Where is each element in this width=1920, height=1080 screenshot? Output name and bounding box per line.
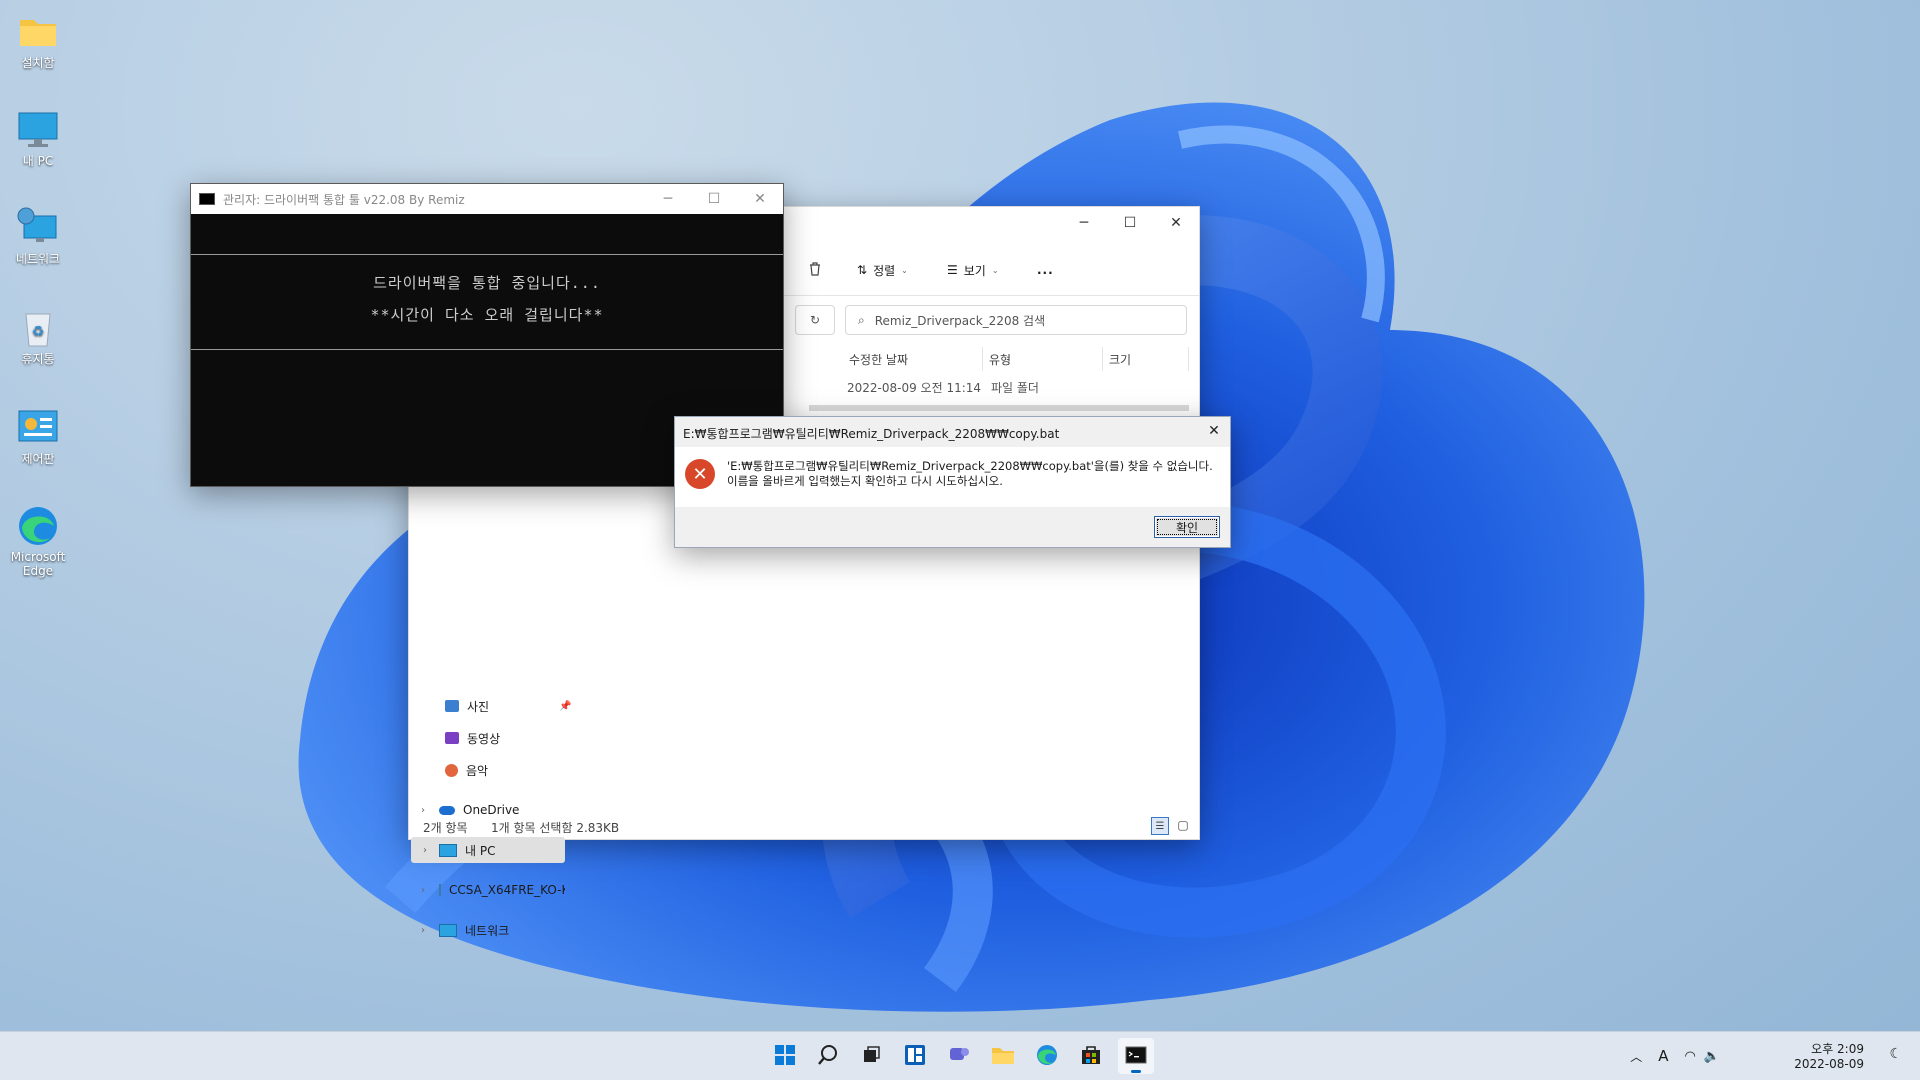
network-icon — [439, 923, 457, 937]
navigation-pane: 사진 📌 동영상 음악 › OneDrive › 내 PC › CCSA_X64… — [409, 477, 571, 938]
close-button[interactable]: ✕ — [1198, 417, 1230, 445]
store-taskbar-button[interactable] — [1073, 1038, 1109, 1074]
dialog-message: 'E:₩통합프로그램₩유틸리티₩Remiz_Driverpack_2208₩₩c… — [727, 459, 1213, 488]
ok-button[interactable]: 확인 — [1154, 516, 1220, 538]
chevron-down-icon: ⌄ — [991, 265, 999, 275]
monitor-icon — [16, 108, 60, 152]
close-button[interactable]: ✕ — [1153, 207, 1199, 239]
pictures-icon — [445, 700, 459, 712]
system-tray: ︿ A ◠ 🔈 — [1630, 1032, 1720, 1080]
edge-icon — [1036, 1044, 1058, 1069]
refresh-icon: ↻ — [809, 313, 821, 327]
column-header-size[interactable]: 크기 — [1103, 347, 1189, 371]
close-button[interactable]: ✕ — [737, 184, 783, 214]
wifi-icon[interactable]: ◠ — [1684, 1049, 1695, 1064]
nav-item-videos[interactable]: 동영상 — [445, 725, 500, 751]
widgets-button[interactable] — [897, 1038, 933, 1074]
search-button[interactable] — [810, 1038, 846, 1074]
drive-icon — [439, 884, 441, 896]
taskbar: ︿ A ◠ 🔈 오후 2:09 2022-08-09 ☾ — [0, 1031, 1920, 1080]
edge-icon — [16, 504, 60, 548]
ime-indicator[interactable]: A — [1658, 1047, 1668, 1065]
view-list-icon: ☰ — [947, 263, 958, 277]
minimize-button[interactable]: ─ — [1061, 207, 1107, 239]
chevron-right-icon: › — [421, 884, 425, 896]
search-input[interactable]: ⌕ Remiz_Driverpack_2208 검색 — [845, 305, 1187, 335]
nav-item-pictures[interactable]: 사진 📌 — [445, 693, 571, 719]
chevron-right-icon: › — [421, 924, 425, 936]
monitor-icon — [439, 843, 457, 857]
folder-icon — [16, 10, 60, 54]
error-icon: ✕ — [685, 459, 715, 489]
cmd-taskbar-button[interactable] — [1118, 1038, 1154, 1074]
view-button[interactable]: ☰ 보기 ⌄ — [947, 257, 999, 283]
start-button[interactable] — [767, 1038, 803, 1074]
trash-icon — [807, 261, 823, 280]
svg-text:♻: ♻ — [32, 324, 45, 340]
chevron-right-icon: › — [423, 844, 427, 856]
windows-logo-icon — [774, 1044, 796, 1069]
task-view-button[interactable] — [853, 1038, 889, 1074]
row-modified: 2022-08-09 오전 11:14 — [847, 381, 982, 395]
nav-item-my-pc[interactable]: › 내 PC — [411, 837, 565, 863]
column-header-type[interactable]: 유형 — [983, 347, 1103, 371]
network-icon — [16, 206, 60, 250]
desktop-icon-control-panel[interactable]: 제어판 — [0, 406, 76, 466]
error-dialog: E:₩통합프로그램₩유틸리티₩Remiz_Driverpack_2208₩₩co… — [674, 416, 1231, 548]
row-type: 파일 폴더 — [991, 381, 1039, 395]
cmd-progress-text: 드라이버팩을 통합 중입니다... — [373, 274, 601, 292]
details-view-icon[interactable]: ☰ — [1151, 817, 1169, 835]
selected-row[interactable] — [809, 405, 1189, 411]
chevron-up-icon[interactable]: ︿ — [1630, 1048, 1642, 1065]
recycle-bin-icon: ♻ — [16, 306, 60, 350]
cmd-warning-text: **시간이 다소 오래 걸립니다** — [370, 306, 604, 324]
cmd-divider-bottom — [191, 349, 783, 350]
sort-button[interactable]: ⇅ 정렬 ⌄ — [857, 257, 908, 283]
cmd-title-bar[interactable]: 관리자: 드라이버팩 통합 툴 v22.08 By Remiz ─ ☐ ✕ — [191, 184, 783, 214]
store-icon — [1080, 1044, 1102, 1069]
control-panel-icon — [16, 406, 60, 450]
nav-item-music[interactable]: 음악 — [445, 757, 488, 783]
status-item-count: 2개 항목 — [423, 821, 468, 835]
desktop-icon-install[interactable]: 설치함 — [0, 10, 76, 70]
maximize-button[interactable]: ☐ — [691, 184, 737, 214]
music-icon — [445, 763, 458, 777]
dialog-body: ✕ 'E:₩통합프로그램₩유틸리티₩Remiz_Driverpack_2208₩… — [675, 447, 1230, 507]
taskbar-clock[interactable]: 오후 2:09 2022-08-09 — [1794, 1042, 1864, 1072]
desktop-icon-edge[interactable]: Microsoft Edge — [0, 504, 76, 578]
chevron-down-icon: ⌄ — [901, 265, 908, 275]
large-icons-view-icon[interactable]: ▢ — [1175, 817, 1191, 833]
task-view-icon — [860, 1044, 882, 1069]
delete-button[interactable] — [807, 257, 823, 283]
status-bar: 2개 항목 1개 항목 선택함 2.83KB ☰ ▢ — [409, 813, 1199, 839]
cmd-divider-top — [191, 254, 783, 255]
more-options-button[interactable]: ... — [1037, 257, 1054, 283]
search-icon: ⌕ — [858, 312, 865, 327]
chat-icon — [948, 1044, 970, 1069]
nav-item-ccsa-drive[interactable]: › CCSA_X64FRE_KO-K — [409, 877, 565, 903]
dialog-title: E:₩통합프로그램₩유틸리티₩Remiz_Driverpack_2208₩₩co… — [683, 427, 1060, 441]
file-explorer-taskbar-button[interactable] — [985, 1038, 1021, 1074]
cmd-icon — [199, 193, 215, 205]
chat-button[interactable] — [941, 1038, 977, 1074]
edge-taskbar-button[interactable] — [1029, 1038, 1065, 1074]
refresh-button[interactable]: ↻ — [795, 305, 835, 335]
pin-icon: 📌 — [559, 700, 572, 712]
column-header-modified[interactable]: 수정한 날짜 — [843, 347, 983, 371]
terminal-icon — [1125, 1044, 1147, 1069]
status-selection: 1개 항목 선택함 2.83KB — [491, 821, 620, 835]
search-icon — [817, 1044, 839, 1069]
desktop-icon-my-pc[interactable]: 내 PC — [0, 108, 76, 168]
minimize-button[interactable]: ─ — [645, 184, 691, 214]
videos-icon — [445, 732, 459, 744]
desktop-icon-recycle-bin[interactable]: ♻ 휴지통 — [0, 306, 76, 366]
nav-item-network[interactable]: › 네트워크 — [409, 917, 565, 943]
desktop-icon-network[interactable]: 네트워크 — [0, 206, 76, 266]
widgets-icon — [904, 1044, 926, 1069]
volume-icon[interactable]: 🔈 — [1704, 1049, 1720, 1064]
sort-icon: ⇅ — [857, 263, 868, 277]
folder-icon — [991, 1044, 1015, 1069]
focus-assist-icon[interactable]: ☾ — [1889, 1046, 1902, 1062]
maximize-button[interactable]: ☐ — [1107, 207, 1153, 239]
